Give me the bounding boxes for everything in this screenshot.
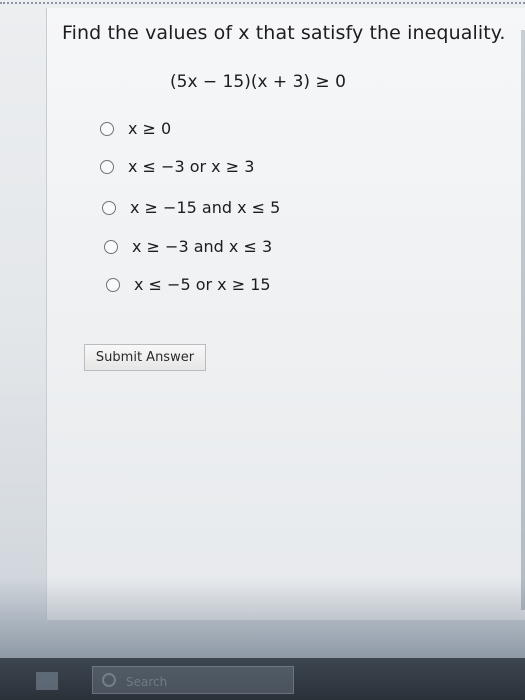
radio-button[interactable] bbox=[104, 239, 118, 254]
taskbar: Search bbox=[0, 658, 525, 700]
search-placeholder: Search bbox=[126, 675, 168, 689]
radio-button[interactable] bbox=[102, 200, 116, 215]
option-label: x ≤ −5 or x ≥ 15 bbox=[134, 275, 271, 294]
answer-option-2[interactable]: x ≤ −3 or x ≥ 3 bbox=[100, 157, 254, 176]
search-icon bbox=[102, 673, 116, 687]
answer-option-5[interactable]: x ≤ −5 or x ≥ 15 bbox=[106, 275, 271, 294]
answer-option-3[interactable]: x ≥ −15 and x ≤ 5 bbox=[102, 198, 280, 217]
option-label: x ≥ −15 and x ≤ 5 bbox=[130, 198, 281, 217]
radio-button[interactable] bbox=[100, 159, 114, 174]
windows-start-icon[interactable] bbox=[36, 672, 58, 690]
option-label: x ≥ −3 and x ≤ 3 bbox=[132, 237, 273, 256]
option-label: x ≤ −3 or x ≥ 3 bbox=[128, 157, 255, 176]
option-label: x ≥ 0 bbox=[128, 119, 172, 138]
submit-answer-button[interactable]: Submit Answer bbox=[84, 344, 206, 371]
radio-button[interactable] bbox=[106, 277, 120, 292]
radio-button[interactable] bbox=[100, 121, 114, 136]
answer-option-1[interactable]: x ≥ 0 bbox=[100, 119, 171, 138]
scrollbar-edge bbox=[521, 30, 525, 610]
desktop-shadow bbox=[0, 578, 525, 658]
question-prompt: Find the values of x that satisfy the in… bbox=[62, 22, 506, 44]
answer-option-4[interactable]: x ≥ −3 and x ≤ 3 bbox=[104, 237, 272, 256]
inequality-expression: (5x − 15)(x + 3) ≥ 0 bbox=[170, 72, 346, 92]
taskbar-search-box[interactable] bbox=[92, 666, 294, 694]
question-card bbox=[46, 8, 525, 620]
screen: Find the values of x that satisfy the in… bbox=[0, 0, 525, 700]
